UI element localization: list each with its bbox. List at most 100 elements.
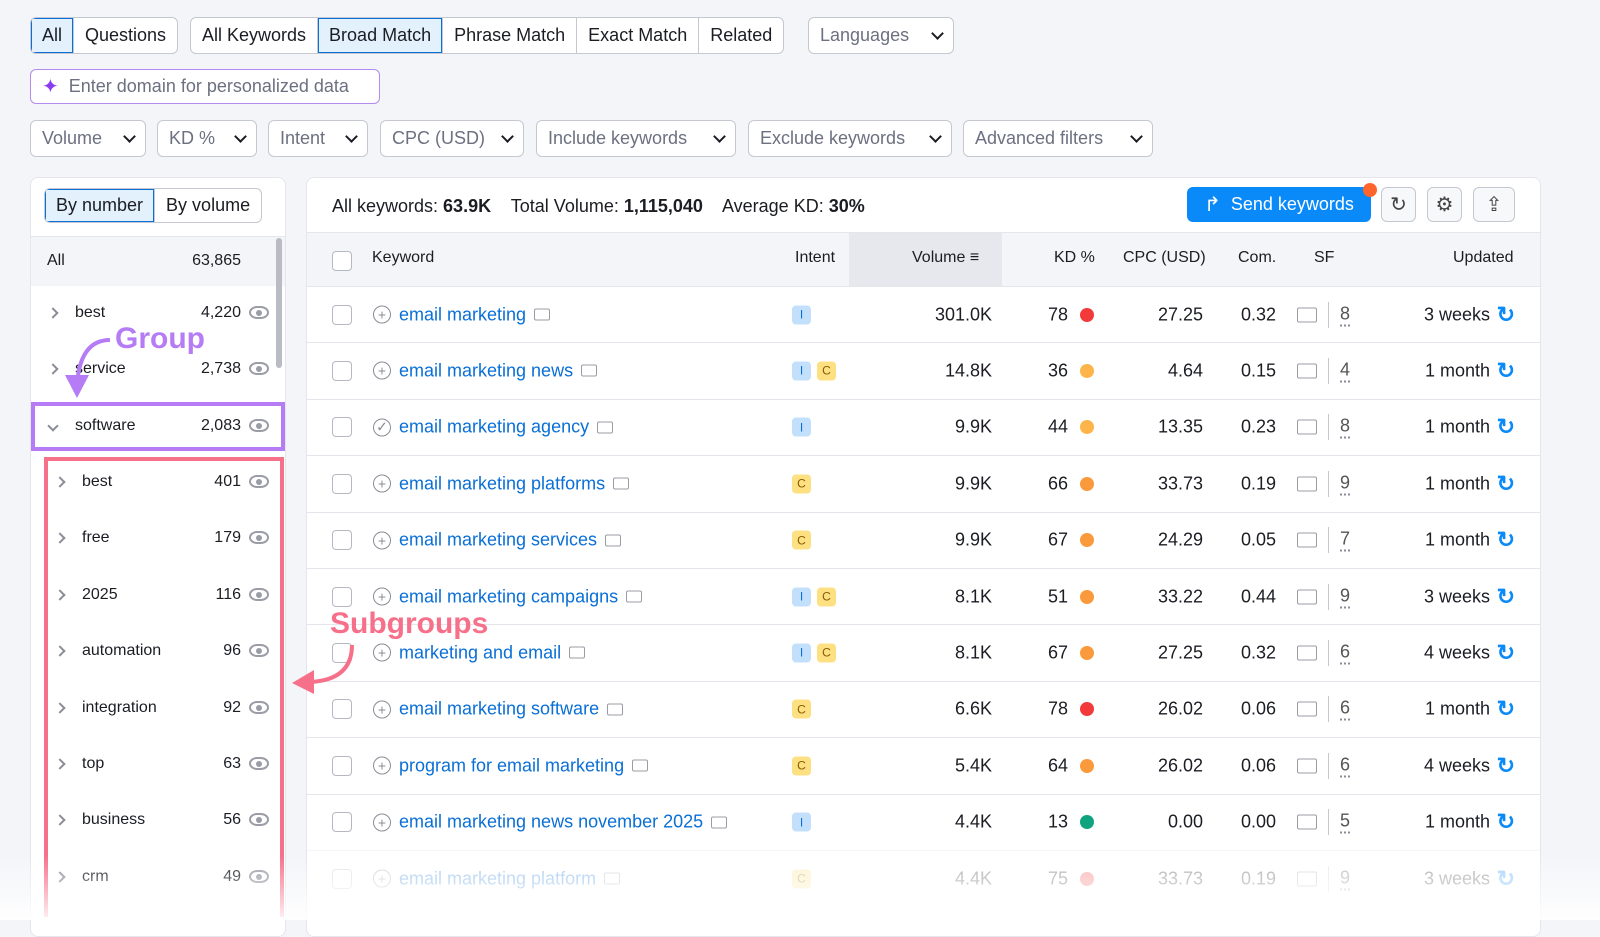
tab-exact-match[interactable]: Exact Match xyxy=(577,18,699,53)
check-circle-icon[interactable]: ✓ xyxy=(373,418,391,436)
by-number-button[interactable]: By number xyxy=(45,189,155,222)
sf-count[interactable]: 6 xyxy=(1340,698,1350,721)
sf-count[interactable]: 6 xyxy=(1340,754,1350,777)
sf-count[interactable]: 5 xyxy=(1340,811,1350,834)
col-intent[interactable]: Intent xyxy=(795,249,835,267)
row-checkbox[interactable] xyxy=(332,587,352,607)
languages-dropdown[interactable]: Languages xyxy=(808,17,954,54)
tab-questions[interactable]: Questions xyxy=(74,18,177,53)
by-volume-button[interactable]: By volume xyxy=(155,189,261,222)
row-checkbox[interactable] xyxy=(332,361,352,381)
serp-features-icon[interactable] xyxy=(1297,589,1317,604)
refresh-icon[interactable]: ↻ xyxy=(1497,584,1515,610)
col-cpc[interactable]: CPC (USD) xyxy=(1123,249,1206,267)
add-circle-icon[interactable]: + xyxy=(373,700,391,718)
serp-features-icon[interactable] xyxy=(1297,702,1317,717)
col-volume[interactable]: Volume ≡ xyxy=(912,249,979,267)
serp-icon[interactable] xyxy=(597,421,613,433)
filter-exclude-keywords[interactable]: Exclude keywords xyxy=(748,120,952,157)
serp-features-icon[interactable] xyxy=(1297,363,1317,378)
add-circle-icon[interactable]: + xyxy=(373,644,391,662)
sf-count[interactable]: 9 xyxy=(1340,472,1350,495)
refresh-icon[interactable]: ↻ xyxy=(1497,753,1515,779)
filter-cpc-usd-[interactable]: CPC (USD) xyxy=(380,120,524,157)
export-button[interactable]: ⇪ xyxy=(1473,187,1515,222)
row-checkbox[interactable] xyxy=(332,305,352,325)
settings-button[interactable]: ⚙ xyxy=(1427,187,1462,222)
row-checkbox[interactable] xyxy=(332,699,352,719)
keyword-link[interactable]: email marketing agency xyxy=(399,417,589,438)
add-circle-icon[interactable]: + xyxy=(373,588,391,606)
filter-include-keywords[interactable]: Include keywords xyxy=(536,120,736,157)
serp-features-icon[interactable] xyxy=(1297,533,1317,548)
refresh-icon[interactable]: ↻ xyxy=(1497,302,1515,328)
refresh-icon[interactable]: ↻ xyxy=(1497,471,1515,497)
keyword-link[interactable]: email marketing platforms xyxy=(399,473,605,494)
group-all[interactable]: All 63,865 xyxy=(31,236,285,286)
filter-advanced-filters[interactable]: Advanced filters xyxy=(963,120,1153,157)
add-circle-icon[interactable]: + xyxy=(373,362,391,380)
sf-count[interactable]: 8 xyxy=(1340,303,1350,326)
serp-features-icon[interactable] xyxy=(1297,815,1317,830)
serp-icon[interactable] xyxy=(534,309,550,321)
refresh-button[interactable]: ↻ xyxy=(1381,187,1416,222)
serp-features-icon[interactable] xyxy=(1297,476,1317,491)
col-kd[interactable]: KD % xyxy=(1054,249,1095,267)
col-sf[interactable]: SF xyxy=(1314,249,1334,267)
keyword-link[interactable]: email marketing software xyxy=(399,699,599,720)
serp-icon[interactable] xyxy=(613,478,629,490)
add-circle-icon[interactable]: + xyxy=(373,475,391,493)
keyword-link[interactable]: email marketing campaigns xyxy=(399,586,618,607)
add-circle-icon[interactable]: + xyxy=(373,757,391,775)
select-all-checkbox[interactable] xyxy=(332,251,352,271)
sf-count[interactable]: 4 xyxy=(1340,359,1350,382)
refresh-icon[interactable]: ↻ xyxy=(1497,527,1515,553)
eye-icon[interactable] xyxy=(249,362,269,375)
serp-icon[interactable] xyxy=(711,816,727,828)
col-com[interactable]: Com. xyxy=(1238,249,1276,267)
sf-count[interactable]: 7 xyxy=(1340,529,1350,552)
refresh-icon[interactable]: ↻ xyxy=(1497,809,1515,835)
sf-count[interactable]: 9 xyxy=(1340,585,1350,608)
keyword-link[interactable]: email marketing news xyxy=(399,360,573,381)
sf-count[interactable]: 8 xyxy=(1340,416,1350,439)
row-checkbox[interactable] xyxy=(332,756,352,776)
filter-volume[interactable]: Volume xyxy=(30,120,146,157)
serp-icon[interactable] xyxy=(605,534,621,546)
filter-intent[interactable]: Intent xyxy=(268,120,368,157)
serp-features-icon[interactable] xyxy=(1297,420,1317,435)
tab-all[interactable]: All xyxy=(31,18,74,53)
send-keywords-button[interactable]: ↱Send keywords xyxy=(1187,187,1371,222)
serp-features-icon[interactable] xyxy=(1297,758,1317,773)
row-checkbox[interactable] xyxy=(332,417,352,437)
keyword-link[interactable]: email marketing services xyxy=(399,530,597,551)
tab-broad-match[interactable]: Broad Match xyxy=(318,18,443,53)
add-circle-icon[interactable]: + xyxy=(373,306,391,324)
tab-phrase-match[interactable]: Phrase Match xyxy=(443,18,577,53)
keyword-link[interactable]: email marketing news november 2025 xyxy=(399,812,703,833)
row-checkbox[interactable] xyxy=(332,812,352,832)
row-checkbox[interactable] xyxy=(332,474,352,494)
keyword-link[interactable]: marketing and email xyxy=(399,642,561,663)
serp-icon[interactable] xyxy=(632,760,648,772)
refresh-icon[interactable]: ↻ xyxy=(1497,414,1515,440)
col-keyword[interactable]: Keyword xyxy=(372,249,434,267)
add-circle-icon[interactable]: + xyxy=(373,531,391,549)
serp-features-icon[interactable] xyxy=(1297,645,1317,660)
refresh-icon[interactable]: ↻ xyxy=(1497,640,1515,666)
keyword-link[interactable]: program for email marketing xyxy=(399,755,624,776)
serp-icon[interactable] xyxy=(581,365,597,377)
col-updated[interactable]: Updated xyxy=(1453,249,1514,267)
tab-related[interactable]: Related xyxy=(699,18,783,53)
row-checkbox[interactable] xyxy=(332,530,352,550)
serp-icon[interactable] xyxy=(607,703,623,715)
add-circle-icon[interactable]: + xyxy=(373,813,391,831)
serp-icon[interactable] xyxy=(626,591,642,603)
tab-all-keywords[interactable]: All Keywords xyxy=(191,18,318,53)
serp-features-icon[interactable] xyxy=(1297,307,1317,322)
filter-kd-[interactable]: KD % xyxy=(157,120,257,157)
sf-count[interactable]: 6 xyxy=(1340,641,1350,664)
domain-input[interactable]: ✦ Enter domain for personalized data xyxy=(30,69,380,104)
refresh-icon[interactable]: ↻ xyxy=(1497,696,1515,722)
refresh-icon[interactable]: ↻ xyxy=(1497,358,1515,384)
